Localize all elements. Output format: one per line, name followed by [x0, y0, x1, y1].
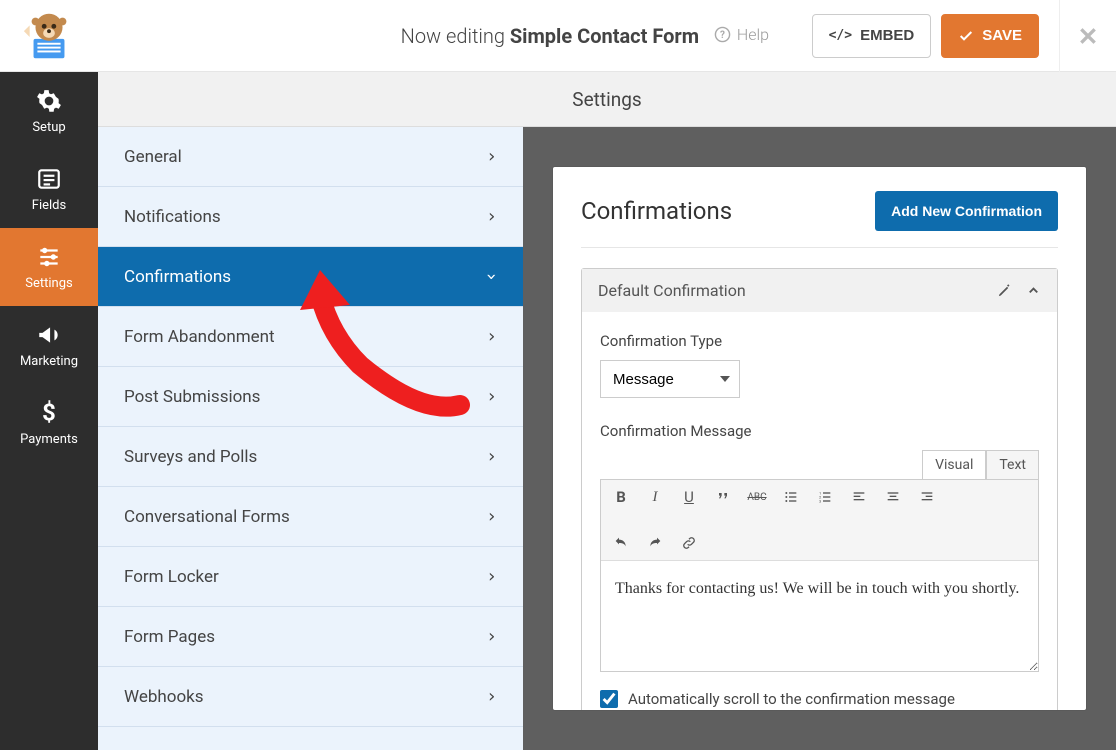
- content-area: Confirmations Add New Confirmation Defau…: [523, 127, 1116, 750]
- chevron-up-icon[interactable]: [1026, 283, 1041, 298]
- close-button[interactable]: [1059, 0, 1116, 72]
- confirmations-panel: Confirmations Add New Confirmation Defau…: [553, 167, 1086, 710]
- header-actions: </> EMBED SAVE: [812, 14, 1059, 58]
- panel-heading: Confirmations: [581, 197, 732, 225]
- bold-icon[interactable]: B: [611, 488, 631, 506]
- chevron-right-icon: ›: [486, 446, 497, 467]
- accordion-header[interactable]: Default Confirmation: [582, 269, 1057, 312]
- submenu-form-abandonment[interactable]: Form Abandonment›: [98, 307, 523, 367]
- chevron-right-icon: ›: [486, 326, 497, 347]
- message-label: Confirmation Message: [600, 422, 1039, 440]
- chevron-right-icon: ›: [486, 146, 497, 167]
- svg-text:?: ?: [720, 30, 725, 41]
- nav-label: Settings: [25, 276, 72, 291]
- submenu-conversational-forms[interactable]: Conversational Forms›: [98, 487, 523, 547]
- chevron-right-icon: ›: [486, 566, 497, 587]
- nav-setup[interactable]: Setup: [0, 72, 98, 150]
- save-button[interactable]: SAVE: [941, 14, 1039, 58]
- settings-submenu: General› Notifications› Confirmations› F…: [98, 127, 523, 750]
- align-right-icon[interactable]: [917, 488, 937, 506]
- submenu-post-submissions[interactable]: Post Submissions›: [98, 367, 523, 427]
- close-icon: [1078, 26, 1098, 46]
- editor-tabs: Visual Text: [600, 450, 1039, 479]
- sliders-icon: [36, 244, 62, 270]
- rich-editor: B I U ABC 123: [600, 479, 1039, 672]
- nav-label: Marketing: [20, 354, 78, 369]
- quote-icon[interactable]: [713, 488, 733, 506]
- bullets-icon[interactable]: [781, 488, 801, 506]
- page-title: Settings: [98, 72, 1116, 127]
- header: Now editing Simple Contact Form ? Help <…: [0, 0, 1116, 72]
- tab-text[interactable]: Text: [986, 450, 1039, 479]
- help-link[interactable]: ? Help: [714, 25, 769, 44]
- app-logo: [0, 0, 98, 72]
- chevron-right-icon: ›: [486, 506, 497, 527]
- nav-label: Setup: [32, 120, 65, 135]
- editing-prefix: Now editing: [401, 24, 510, 48]
- add-confirmation-button[interactable]: Add New Confirmation: [875, 191, 1058, 231]
- list-icon: [36, 166, 62, 192]
- submenu-form-pages[interactable]: Form Pages›: [98, 607, 523, 667]
- submenu-general[interactable]: General›: [98, 127, 523, 187]
- redo-icon[interactable]: [645, 534, 665, 552]
- nav-label: Payments: [20, 432, 78, 447]
- submenu-webhooks[interactable]: Webhooks›: [98, 667, 523, 727]
- nav-settings[interactable]: Settings: [0, 228, 98, 306]
- code-icon: </>: [829, 28, 852, 43]
- bullhorn-icon: [36, 322, 62, 348]
- tab-visual[interactable]: Visual: [922, 450, 986, 479]
- embed-button[interactable]: </> EMBED: [812, 14, 932, 58]
- align-left-icon[interactable]: [849, 488, 869, 506]
- submenu-notifications[interactable]: Notifications›: [98, 187, 523, 247]
- align-center-icon[interactable]: [883, 488, 903, 506]
- header-title: Now editing Simple Contact Form ? Help: [98, 24, 812, 48]
- svg-text:$: $: [42, 400, 56, 426]
- accordion-title: Default Confirmation: [598, 281, 746, 300]
- help-icon: ?: [714, 26, 731, 43]
- nav-fields[interactable]: Fields: [0, 150, 98, 228]
- chevron-down-icon: ›: [481, 271, 502, 282]
- panel-header: Confirmations Add New Confirmation: [581, 191, 1058, 248]
- undo-icon[interactable]: [611, 534, 631, 552]
- dollar-icon: $: [36, 400, 62, 426]
- submenu-confirmations[interactable]: Confirmations›: [98, 247, 523, 307]
- link-icon[interactable]: [679, 534, 699, 552]
- underline-icon[interactable]: U: [679, 488, 699, 506]
- numbers-icon[interactable]: 123: [815, 488, 835, 506]
- submenu-form-locker[interactable]: Form Locker›: [98, 547, 523, 607]
- nav-payments[interactable]: $ Payments: [0, 384, 98, 462]
- nav-marketing[interactable]: Marketing: [0, 306, 98, 384]
- left-nav: Setup Fields Settings Marketing $ Paymen…: [0, 72, 98, 750]
- accordion-actions: [997, 283, 1041, 298]
- chevron-right-icon: ›: [486, 686, 497, 707]
- message-textarea[interactable]: Thanks for contacting us! We will be in …: [601, 561, 1038, 671]
- autoscroll-checkbox[interactable]: [600, 690, 618, 708]
- submenu-surveys-polls[interactable]: Surveys and Polls›: [98, 427, 523, 487]
- accordion-body: Confirmation Type Message Confirmation M…: [582, 312, 1057, 710]
- nav-label: Fields: [32, 198, 66, 213]
- type-label: Confirmation Type: [600, 332, 1039, 350]
- type-select-wrap: Message: [600, 360, 740, 398]
- pencil-icon[interactable]: [997, 283, 1012, 298]
- editing-form-name: Simple Contact Form: [510, 24, 699, 48]
- autoscroll-label: Automatically scroll to the confirmation…: [628, 690, 955, 708]
- chevron-right-icon: ›: [486, 626, 497, 647]
- strike-icon[interactable]: ABC: [747, 488, 767, 506]
- editor-toolbar: B I U ABC 123: [601, 480, 1038, 561]
- autoscroll-row[interactable]: Automatically scroll to the confirmation…: [600, 690, 1039, 708]
- confirmation-accordion: Default Confirmation Confirmation Type M…: [581, 268, 1058, 710]
- chevron-right-icon: ›: [486, 386, 497, 407]
- chevron-right-icon: ›: [486, 206, 497, 227]
- italic-icon[interactable]: I: [645, 488, 665, 506]
- check-icon: [958, 28, 974, 44]
- svg-text:3: 3: [819, 498, 821, 503]
- type-select[interactable]: Message: [600, 360, 740, 398]
- gear-icon: [36, 88, 62, 114]
